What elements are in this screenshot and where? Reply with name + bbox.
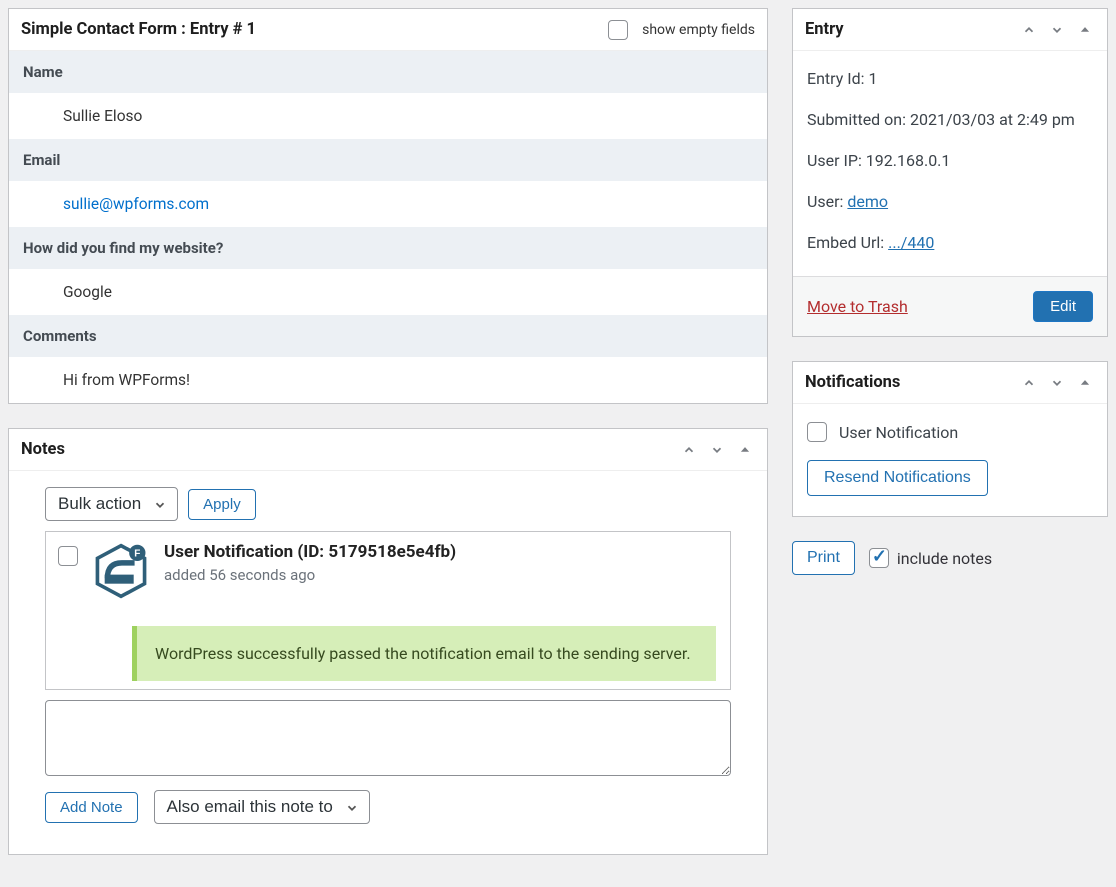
entry-detail-header: Simple Contact Form : Entry # 1 show emp… — [9, 9, 767, 51]
new-note-textarea[interactable] — [45, 700, 731, 776]
entry-id-value: 1 — [868, 69, 877, 88]
submitted-value: 2021/03/03 at 2:49 pm — [910, 110, 1075, 129]
email-note-select-label: Also email this note to — [167, 797, 333, 816]
user-row: User: demo — [807, 192, 1093, 211]
user-ip-row: User IP: 192.168.0.1 — [807, 151, 1093, 170]
notes-title: Notes — [21, 440, 65, 459]
chevron-down-icon — [153, 497, 167, 511]
collapse-up-icon[interactable] — [735, 440, 755, 460]
show-empty-fields-checkbox[interactable] — [608, 20, 628, 40]
field-value-email: sullie@wpforms.com — [9, 181, 767, 227]
note-row: F User Notification (ID: 5179518e5e4fb) … — [46, 532, 730, 616]
notes-panel: Notes Bulk action Apply — [8, 428, 768, 855]
chevron-down-icon[interactable] — [707, 440, 727, 460]
chevron-up-icon[interactable] — [1019, 373, 1039, 393]
note-success-message: WordPress successfully passed the notifi… — [132, 626, 716, 681]
field-label-comments: Comments — [9, 315, 767, 357]
user-ip-label: User IP: — [807, 151, 862, 170]
field-label-find: How did you find my website? — [9, 227, 767, 269]
entry-id-row: Entry Id: 1 — [807, 69, 1093, 88]
user-link[interactable]: demo — [847, 192, 888, 211]
note-row-checkbox[interactable] — [58, 546, 78, 566]
apply-button[interactable]: Apply — [188, 489, 256, 520]
notifications-panel: Notifications User Notification Resend N… — [792, 361, 1108, 517]
entry-detail-panel: Simple Contact Form : Entry # 1 show emp… — [8, 8, 768, 404]
notes-table: F User Notification (ID: 5179518e5e4fb) … — [45, 531, 731, 690]
email-link[interactable]: sullie@wpforms.com — [63, 195, 209, 213]
embed-url-label: Embed Url: — [807, 233, 884, 252]
svg-text:F: F — [134, 549, 140, 560]
user-label: User: — [807, 192, 843, 211]
notifications-header: Notifications — [793, 362, 1107, 404]
print-button[interactable]: Print — [792, 541, 855, 575]
include-notes-label: include notes — [897, 549, 992, 568]
add-note-button[interactable]: Add Note — [45, 792, 138, 823]
chevron-down-icon — [345, 800, 359, 814]
embed-url-link[interactable]: .../440 — [888, 233, 934, 252]
entry-detail-title: Simple Contact Form : Entry # 1 — [21, 20, 256, 39]
submitted-label: Submitted on: — [807, 110, 906, 129]
field-value-find: Google — [9, 269, 767, 315]
chevron-up-icon[interactable] — [1019, 20, 1039, 40]
note-subtitle: added 56 seconds ago — [164, 566, 718, 584]
edit-button[interactable]: Edit — [1033, 291, 1093, 322]
submitted-row: Submitted on: 2021/03/03 at 2:49 pm — [807, 110, 1093, 129]
chevron-down-icon[interactable] — [1047, 373, 1067, 393]
field-label-name: Name — [9, 51, 767, 93]
user-notification-checkbox[interactable] — [807, 422, 827, 442]
collapse-up-icon[interactable] — [1075, 20, 1095, 40]
entry-side-panel: Entry Entry Id: 1 Submitted on: 2021/03/… — [792, 8, 1108, 337]
field-value-comments: Hi from WPForms! — [9, 357, 767, 403]
note-title: User Notification (ID: 5179518e5e4fb) — [164, 542, 718, 562]
entry-id-label: Entry Id: — [807, 69, 865, 88]
embed-url-row: Embed Url: .../440 — [807, 233, 1093, 252]
notes-header: Notes — [9, 429, 767, 471]
chevron-down-icon[interactable] — [1047, 20, 1067, 40]
field-value-name: Sullie Eloso — [9, 93, 767, 139]
move-to-trash-link[interactable]: Move to Trash — [807, 297, 908, 316]
email-note-select[interactable]: Also email this note to — [154, 790, 370, 824]
show-empty-fields-label: show empty fields — [642, 22, 755, 38]
collapse-up-icon[interactable] — [1075, 373, 1095, 393]
gravity-forms-logo-icon: F — [92, 542, 150, 600]
include-notes-checkbox[interactable] — [869, 548, 889, 568]
chevron-up-icon[interactable] — [679, 440, 699, 460]
entry-side-header: Entry — [793, 9, 1107, 51]
user-ip-value: 192.168.0.1 — [866, 151, 951, 170]
resend-notifications-button[interactable]: Resend Notifications — [807, 460, 988, 496]
bulk-action-label: Bulk action — [58, 494, 141, 513]
user-notification-label: User Notification — [839, 423, 958, 442]
field-label-email: Email — [9, 139, 767, 181]
bulk-action-select[interactable]: Bulk action — [45, 487, 178, 521]
notifications-title: Notifications — [805, 373, 900, 392]
entry-side-title: Entry — [805, 20, 844, 39]
